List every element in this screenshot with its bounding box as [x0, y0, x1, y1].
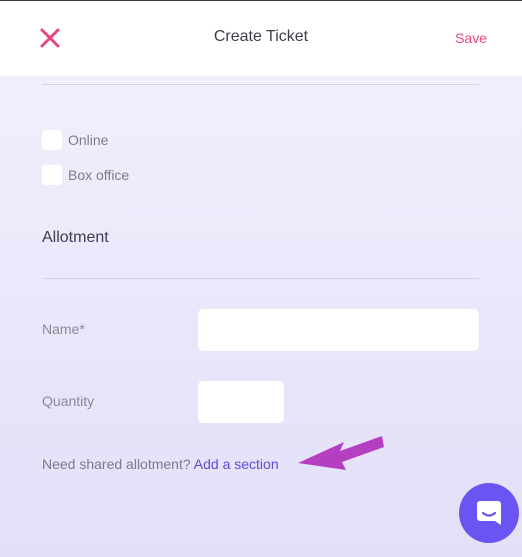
online-checkbox[interactable] — [42, 130, 62, 150]
channel-online-row[interactable]: Online — [42, 130, 108, 150]
box-office-checkbox[interactable] — [42, 165, 62, 185]
divider — [42, 84, 479, 85]
quantity-input[interactable] — [198, 381, 284, 423]
save-button[interactable]: Save — [455, 30, 487, 46]
header-bar: Create Ticket Save — [0, 0, 522, 76]
chat-icon — [477, 501, 501, 525]
add-section-link[interactable]: Add a section — [194, 456, 279, 472]
channel-box-office-row[interactable]: Box office — [42, 165, 129, 185]
online-label: Online — [68, 132, 109, 148]
name-label: Name* — [42, 321, 85, 337]
name-input[interactable] — [198, 309, 479, 351]
allotment-heading: Allotment — [42, 229, 109, 246]
chat-button[interactable] — [459, 483, 519, 543]
box-office-label: Box office — [68, 167, 130, 183]
allotment-divider — [42, 278, 479, 279]
quantity-label: Quantity — [42, 393, 95, 409]
create-ticket-page: Create Ticket Save Online Box office All… — [0, 0, 522, 557]
arrow-pointer-icon — [298, 436, 384, 470]
helper-text: Need shared allotment? — [42, 456, 191, 472]
page-title: Create Ticket — [213, 28, 309, 45]
shared-allotment-helper: Need shared allotment? Add a section — [42, 456, 279, 472]
